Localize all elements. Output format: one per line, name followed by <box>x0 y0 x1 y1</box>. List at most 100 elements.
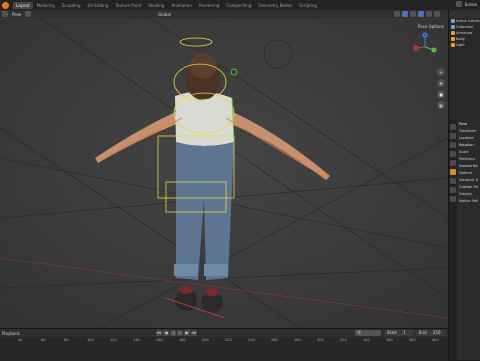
workspace-tab-modeling[interactable]: Modeling <box>34 2 58 9</box>
collection-icon <box>451 43 455 47</box>
frame-tick: 40 <box>18 338 23 342</box>
playback-menu[interactable]: Playback <box>2 331 20 336</box>
frame-tick: 320 <box>340 338 347 342</box>
data-tab-icon[interactable] <box>450 196 456 202</box>
jump-start-icon[interactable]: ⏮ <box>156 330 162 336</box>
workspace-tab-geometry-nodes[interactable]: Geometry Nodes <box>255 2 295 9</box>
outliner-item-label: Scene Collection <box>456 19 480 23</box>
workspace-tab-scripting[interactable]: Scripting <box>296 2 320 9</box>
tool-tab-icon[interactable] <box>450 124 456 130</box>
frame-tick: 400 <box>432 338 439 342</box>
material-shading-icon[interactable] <box>426 11 432 17</box>
wireframe-shading-icon[interactable] <box>410 11 416 17</box>
perspective-grid-icon[interactable]: ▦ <box>437 101 445 109</box>
start-frame-field[interactable]: Start 1 <box>384 330 414 336</box>
workspace-tab-sculpting[interactable]: Sculpting <box>59 2 84 9</box>
jump-end-icon[interactable]: ⏭ <box>191 330 197 336</box>
timeline-header: Playback ⏮ ◀ ◁ ▷ ▶ ⏭ 0 Start 1 End 250 <box>0 329 448 337</box>
frame-tick: 340 <box>363 338 370 342</box>
outliner-tree: Scene Collection Collection Armature Body Li… <box>449 18 480 48</box>
start-value: 1 <box>403 330 406 335</box>
properties-panel-row[interactable]: Display <box>459 192 478 196</box>
frame-tick: 200 <box>202 338 209 342</box>
rendered-shading-icon[interactable] <box>434 11 440 17</box>
end-value: 250 <box>432 330 441 335</box>
current-frame-field[interactable]: 0 <box>355 330 381 336</box>
frame-tick: 100 <box>87 338 94 342</box>
workspace-bar: Layout Modeling Sculpting UV Editing Texture… <box>0 0 480 10</box>
solid-shading-icon[interactable] <box>418 11 424 17</box>
properties-panel-row[interactable]: Viewport Display <box>459 178 478 182</box>
properties-panel-row[interactable]: Transform <box>459 129 478 133</box>
mode-selector[interactable]: Pose <box>12 12 21 17</box>
timeline-editor: Playback ⏮ ◀ ◁ ▷ ▶ ⏭ 0 Start 1 End 250 4… <box>0 328 448 361</box>
output-tab-icon[interactable] <box>450 142 456 148</box>
properties-panel-row[interactable]: Custom Properties <box>459 185 478 189</box>
frame-tick: 220 <box>225 338 232 342</box>
play-reverse-icon[interactable]: ◁ <box>170 330 176 336</box>
playback-controls: ⏮ ◀ ◁ ▷ ▶ ⏭ <box>156 330 197 336</box>
frame-tick: 260 <box>271 338 278 342</box>
workspace-tab-uv-editing[interactable]: UV Editing <box>85 2 112 9</box>
workspace-tab-texture-paint[interactable]: Texture Paint <box>112 2 144 9</box>
scene-icon[interactable] <box>455 1 462 7</box>
constraint-tab-icon[interactable] <box>450 187 456 193</box>
workspace-tab-layout[interactable]: Layout <box>13 1 33 9</box>
properties-panel-row[interactable]: Rotation <box>459 143 478 147</box>
blender-logo-icon[interactable] <box>2 1 9 9</box>
3d-viewport[interactable]: Pose Options X Y Z + ✥ ■ ▦ <box>0 18 448 328</box>
next-keyframe-icon[interactable]: ▶ <box>184 330 190 336</box>
outliner: Scene Collection Collection Armature Body Li… <box>448 10 480 120</box>
topbar-right: Scene <box>455 1 477 7</box>
outliner-item[interactable]: Light <box>449 42 480 48</box>
bone-tab-icon[interactable] <box>450 178 456 184</box>
xray-icon[interactable] <box>402 11 408 17</box>
scene-tab-icon[interactable] <box>450 151 456 157</box>
frame-ruler[interactable]: 40 60 80 100 120 140 160 180 200 220 240 260 280 300 3… <box>0 338 448 345</box>
workspace-tab-shading[interactable]: Shading <box>145 2 167 9</box>
timeline-keyframes-area[interactable] <box>0 345 448 361</box>
orientation-selector[interactable]: Global <box>158 12 171 17</box>
frame-tick: 380 <box>409 338 416 342</box>
frame-tick: 240 <box>248 338 255 342</box>
properties-panel-row[interactable]: Location <box>459 136 478 140</box>
properties-panel-row[interactable]: Pose <box>459 122 478 126</box>
frame-tick: 80 <box>64 338 69 342</box>
prev-keyframe-icon[interactable]: ◀ <box>163 330 169 336</box>
outliner-item-label: Collection <box>456 25 474 29</box>
outliner-item-label: Light <box>456 43 465 47</box>
collection-icon <box>451 25 455 29</box>
properties-panel-row[interactable]: Scale <box>459 150 478 154</box>
viewport-header-tools <box>394 11 440 17</box>
end-frame-field[interactable]: End 250 <box>416 330 446 336</box>
render-tab-icon[interactable] <box>450 133 456 139</box>
overlay-icon[interactable] <box>394 11 400 17</box>
workspace-tab-compositing[interactable]: Compositing <box>223 2 254 9</box>
pose-options-button[interactable]: Pose Options <box>418 24 444 29</box>
viewport-header: Pose Global <box>0 10 448 18</box>
pan-hand-icon[interactable]: ✥ <box>437 79 445 87</box>
scene-name[interactable]: Scene <box>465 2 477 7</box>
frame-tick: 120 <box>110 338 117 342</box>
object-tab-icon[interactable] <box>450 169 456 175</box>
workspace-tab-rendering[interactable]: Rendering <box>196 2 222 9</box>
editor-type-icon[interactable] <box>2 11 8 17</box>
properties-panel-row[interactable]: Deform <box>459 171 478 175</box>
properties-panel-row[interactable]: Motion Paths <box>459 199 478 203</box>
axis-z-label: Z <box>424 33 426 37</box>
collection-icon <box>451 37 455 41</box>
play-icon[interactable]: ▷ <box>177 330 183 336</box>
axis-x-label: X <box>415 46 417 50</box>
properties-panel-row[interactable]: Inverse Kinematics <box>459 164 478 168</box>
workspace-tab-animation[interactable]: Animation <box>168 2 194 9</box>
frame-tick: 160 <box>156 338 163 342</box>
frame-tick: 280 <box>294 338 301 342</box>
camera-view-icon[interactable]: ■ <box>437 90 445 98</box>
navigation-gizmo[interactable]: X Y Z <box>410 32 440 62</box>
frame-tick: 60 <box>41 338 46 342</box>
zoom-icon[interactable]: + <box>437 68 445 76</box>
properties-panel-row[interactable]: Relations <box>459 157 478 161</box>
world-tab-icon[interactable] <box>450 160 456 166</box>
view-menu-icon[interactable] <box>25 11 32 17</box>
frame-tick: 140 <box>133 338 140 342</box>
